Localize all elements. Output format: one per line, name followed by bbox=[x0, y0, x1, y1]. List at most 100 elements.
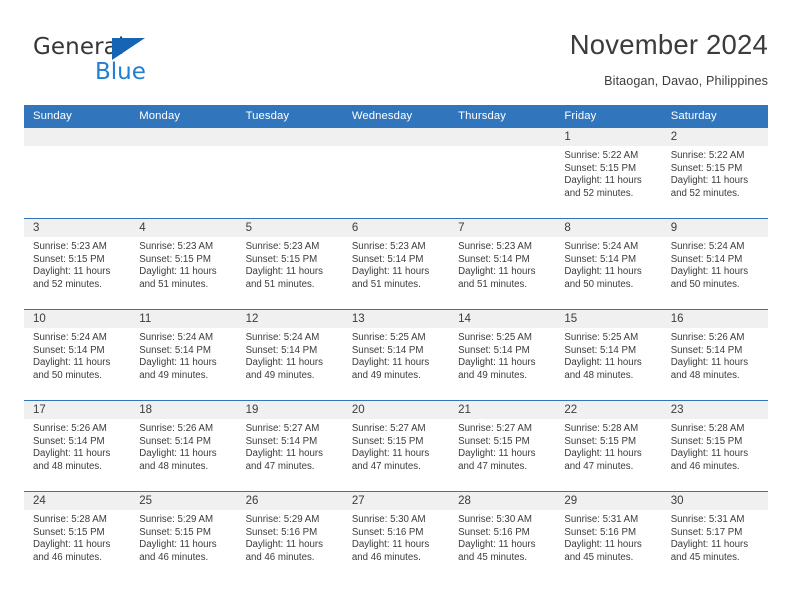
day-cell-28[interactable]: 28 Sunrise: 5:30 AM Sunset: 5:16 PM Dayligh… bbox=[449, 492, 556, 582]
daylight-text: Daylight: 11 hours and 49 minutes. bbox=[351, 357, 430, 381]
calendar-day-cell: 29 Sunrise: 5:31 AM Sunset: 5:16 PM Dayligh… bbox=[555, 491, 662, 582]
calendar-day-cell: 23 Sunrise: 5:28 AM Sunset: 5:15 PM Dayligh… bbox=[661, 400, 768, 492]
day-number: 12 bbox=[236, 310, 343, 328]
sunrise-text: Sunrise: 5:29 AM bbox=[139, 514, 214, 525]
day-cell-7[interactable]: 7 Sunrise: 5:23 AM Sunset: 5:14 PM Daylight… bbox=[449, 219, 556, 309]
day-details: Sunrise: 5:23 AM Sunset: 5:14 PM Daylight:… bbox=[343, 237, 449, 291]
day-cell-15[interactable]: 15 Sunrise: 5:25 AM Sunset: 5:14 PM Dayligh… bbox=[555, 310, 662, 400]
day-cell-9[interactable]: 9 Sunrise: 5:24 AM Sunset: 5:14 PM Daylight… bbox=[661, 219, 768, 309]
day-cell-26[interactable]: 26 Sunrise: 5:29 AM Sunset: 5:16 PM Dayligh… bbox=[236, 492, 343, 582]
day-number: 16 bbox=[661, 310, 768, 328]
day-number: 22 bbox=[555, 401, 662, 419]
sunset-text: Sunset: 5:15 PM bbox=[33, 253, 105, 265]
calendar-day-cell: 4 Sunrise: 5:23 AM Sunset: 5:15 PM Daylight… bbox=[130, 218, 237, 310]
sunrise-text: Sunrise: 5:23 AM bbox=[458, 241, 532, 252]
day-cell-27[interactable]: 27 Sunrise: 5:30 AM Sunset: 5:16 PM Dayligh… bbox=[342, 492, 450, 582]
calendar-day-cell bbox=[24, 128, 131, 219]
daylight-text: Daylight: 11 hours and 52 minutes. bbox=[670, 175, 749, 199]
sunset-text: Sunset: 5:17 PM bbox=[670, 526, 743, 538]
sunrise-text: Sunrise: 5:27 AM bbox=[245, 423, 320, 434]
daylight-text: Daylight: 11 hours and 47 minutes. bbox=[245, 448, 323, 472]
day-number: 4 bbox=[130, 219, 237, 237]
calendar-day-cell: 22 Sunrise: 5:28 AM Sunset: 5:15 PM Dayligh… bbox=[555, 400, 662, 492]
day-cell-6[interactable]: 6 Sunrise: 5:23 AM Sunset: 5:14 PM Daylight… bbox=[342, 219, 450, 309]
day-number: 15 bbox=[555, 310, 662, 328]
day-cell-1[interactable]: 1 Sunrise: 5:22 AM Sunset: 5:15 PM Daylight… bbox=[555, 128, 662, 218]
day-details: Sunrise: 5:25 AM Sunset: 5:14 PM Daylight:… bbox=[343, 328, 449, 382]
day-number: 24 bbox=[24, 492, 131, 510]
day-details: Sunrise: 5:25 AM Sunset: 5:14 PM Daylight:… bbox=[449, 328, 555, 382]
day-cell-22[interactable]: 22 Sunrise: 5:28 AM Sunset: 5:15 PM Dayligh… bbox=[555, 401, 662, 491]
daylight-text: Daylight: 11 hours and 46 minutes. bbox=[245, 539, 323, 563]
sunset-text: Sunset: 5:16 PM bbox=[245, 526, 318, 538]
day-details: Sunrise: 5:28 AM Sunset: 5:15 PM Daylight:… bbox=[555, 419, 661, 473]
day-details: Sunrise: 5:29 AM Sunset: 5:16 PM Daylight:… bbox=[237, 510, 343, 564]
calendar-day-cell bbox=[236, 128, 343, 219]
day-number bbox=[130, 128, 237, 146]
day-details: Sunrise: 5:23 AM Sunset: 5:14 PM Daylight:… bbox=[449, 237, 555, 291]
day-cell-8[interactable]: 8 Sunrise: 5:24 AM Sunset: 5:14 PM Daylight… bbox=[555, 219, 662, 309]
sunrise-text: Sunrise: 5:30 AM bbox=[351, 514, 426, 525]
sunrise-text: Sunrise: 5:23 AM bbox=[33, 241, 107, 252]
weekday-header-sunday: Sunday bbox=[24, 105, 131, 128]
page-title: November 2024 bbox=[569, 29, 768, 60]
sunset-text: Sunset: 5:16 PM bbox=[351, 526, 424, 538]
calendar-week-row: 10 Sunrise: 5:24 AM Sunset: 5:14 PM Dayligh… bbox=[24, 309, 768, 401]
daylight-text: Daylight: 11 hours and 48 minutes. bbox=[33, 448, 111, 472]
day-cell-12[interactable]: 12 Sunrise: 5:24 AM Sunset: 5:14 PM Dayligh… bbox=[236, 310, 343, 400]
day-cell-17[interactable]: 17 Sunrise: 5:26 AM Sunset: 5:14 PM Dayligh… bbox=[24, 401, 131, 491]
calendar-day-cell: 10 Sunrise: 5:24 AM Sunset: 5:14 PM Dayligh… bbox=[24, 309, 131, 401]
calendar-day-cell bbox=[130, 128, 237, 219]
empty-day-cell bbox=[236, 128, 343, 218]
day-cell-20[interactable]: 20 Sunrise: 5:27 AM Sunset: 5:15 PM Dayligh… bbox=[342, 401, 450, 491]
day-cell-18[interactable]: 18 Sunrise: 5:26 AM Sunset: 5:14 PM Dayligh… bbox=[130, 401, 237, 491]
day-number: 19 bbox=[236, 401, 343, 419]
calendar-page: General Blue November 2024 Bitaogan, Dav… bbox=[0, 0, 792, 612]
day-number: 2 bbox=[661, 128, 768, 146]
day-cell-5[interactable]: 5 Sunrise: 5:23 AM Sunset: 5:15 PM Daylight… bbox=[236, 219, 343, 309]
day-cell-23[interactable]: 23 Sunrise: 5:28 AM Sunset: 5:15 PM Dayligh… bbox=[661, 401, 768, 491]
daylight-text: Daylight: 11 hours and 46 minutes. bbox=[670, 448, 749, 472]
day-cell-14[interactable]: 14 Sunrise: 5:25 AM Sunset: 5:14 PM Dayligh… bbox=[449, 310, 556, 400]
day-cell-29[interactable]: 29 Sunrise: 5:31 AM Sunset: 5:16 PM Dayligh… bbox=[555, 492, 662, 582]
calendar-day-cell: 1 Sunrise: 5:22 AM Sunset: 5:15 PM Daylight… bbox=[555, 128, 662, 219]
day-cell-4[interactable]: 4 Sunrise: 5:23 AM Sunset: 5:15 PM Daylight… bbox=[130, 219, 237, 309]
day-number: 20 bbox=[342, 401, 450, 419]
sunset-text: Sunset: 5:14 PM bbox=[351, 344, 424, 356]
sunset-text: Sunset: 5:16 PM bbox=[564, 526, 637, 538]
calendar-day-cell: 12 Sunrise: 5:24 AM Sunset: 5:14 PM Dayligh… bbox=[236, 309, 343, 401]
sunset-text: Sunset: 5:14 PM bbox=[564, 253, 637, 265]
day-cell-24[interactable]: 24 Sunrise: 5:28 AM Sunset: 5:15 PM Dayligh… bbox=[24, 492, 131, 582]
page-header: General Blue November 2024 Bitaogan, Dav… bbox=[24, 28, 768, 100]
day-cell-25[interactable]: 25 Sunrise: 5:29 AM Sunset: 5:15 PM Dayligh… bbox=[130, 492, 237, 582]
day-cell-13[interactable]: 13 Sunrise: 5:25 AM Sunset: 5:14 PM Dayligh… bbox=[342, 310, 450, 400]
calendar-day-cell: 8 Sunrise: 5:24 AM Sunset: 5:14 PM Daylight… bbox=[555, 218, 662, 310]
daylight-text: Daylight: 11 hours and 45 minutes. bbox=[564, 539, 642, 563]
day-cell-16[interactable]: 16 Sunrise: 5:26 AM Sunset: 5:14 PM Dayligh… bbox=[661, 310, 768, 400]
day-cell-3[interactable]: 3 Sunrise: 5:23 AM Sunset: 5:15 PM Daylight… bbox=[24, 219, 131, 309]
sunset-text: Sunset: 5:14 PM bbox=[245, 344, 318, 356]
day-details: Sunrise: 5:31 AM Sunset: 5:16 PM Daylight:… bbox=[555, 510, 661, 564]
day-cell-30[interactable]: 30 Sunrise: 5:31 AM Sunset: 5:17 PM Dayligh… bbox=[661, 492, 768, 582]
daylight-text: Daylight: 11 hours and 51 minutes. bbox=[351, 266, 430, 290]
daylight-text: Daylight: 11 hours and 51 minutes. bbox=[139, 266, 217, 290]
day-number: 3 bbox=[24, 219, 131, 237]
sunset-text: Sunset: 5:15 PM bbox=[139, 526, 211, 538]
sunset-text: Sunset: 5:15 PM bbox=[670, 162, 743, 174]
day-details: Sunrise: 5:24 AM Sunset: 5:14 PM Daylight:… bbox=[662, 237, 768, 291]
sunrise-text: Sunrise: 5:27 AM bbox=[458, 423, 532, 434]
day-cell-2[interactable]: 2 Sunrise: 5:22 AM Sunset: 5:15 PM Daylight… bbox=[661, 128, 768, 218]
day-cell-11[interactable]: 11 Sunrise: 5:24 AM Sunset: 5:14 PM Dayligh… bbox=[130, 310, 237, 400]
general-blue-logo[interactable]: General Blue bbox=[33, 34, 203, 92]
sunset-text: Sunset: 5:15 PM bbox=[139, 253, 211, 265]
sunset-text: Sunset: 5:14 PM bbox=[458, 344, 530, 356]
day-cell-19[interactable]: 19 Sunrise: 5:27 AM Sunset: 5:14 PM Dayligh… bbox=[236, 401, 343, 491]
daylight-text: Daylight: 11 hours and 50 minutes. bbox=[33, 357, 111, 381]
day-cell-21[interactable]: 21 Sunrise: 5:27 AM Sunset: 5:15 PM Dayligh… bbox=[449, 401, 556, 491]
sunrise-text: Sunrise: 5:28 AM bbox=[564, 423, 639, 434]
day-cell-10[interactable]: 10 Sunrise: 5:24 AM Sunset: 5:14 PM Dayligh… bbox=[24, 310, 131, 400]
sunset-text: Sunset: 5:14 PM bbox=[564, 344, 637, 356]
day-details: Sunrise: 5:29 AM Sunset: 5:15 PM Daylight:… bbox=[130, 510, 236, 564]
weekday-header-monday: Monday bbox=[130, 105, 237, 128]
calendar-day-cell: 30 Sunrise: 5:31 AM Sunset: 5:17 PM Dayligh… bbox=[661, 491, 768, 582]
